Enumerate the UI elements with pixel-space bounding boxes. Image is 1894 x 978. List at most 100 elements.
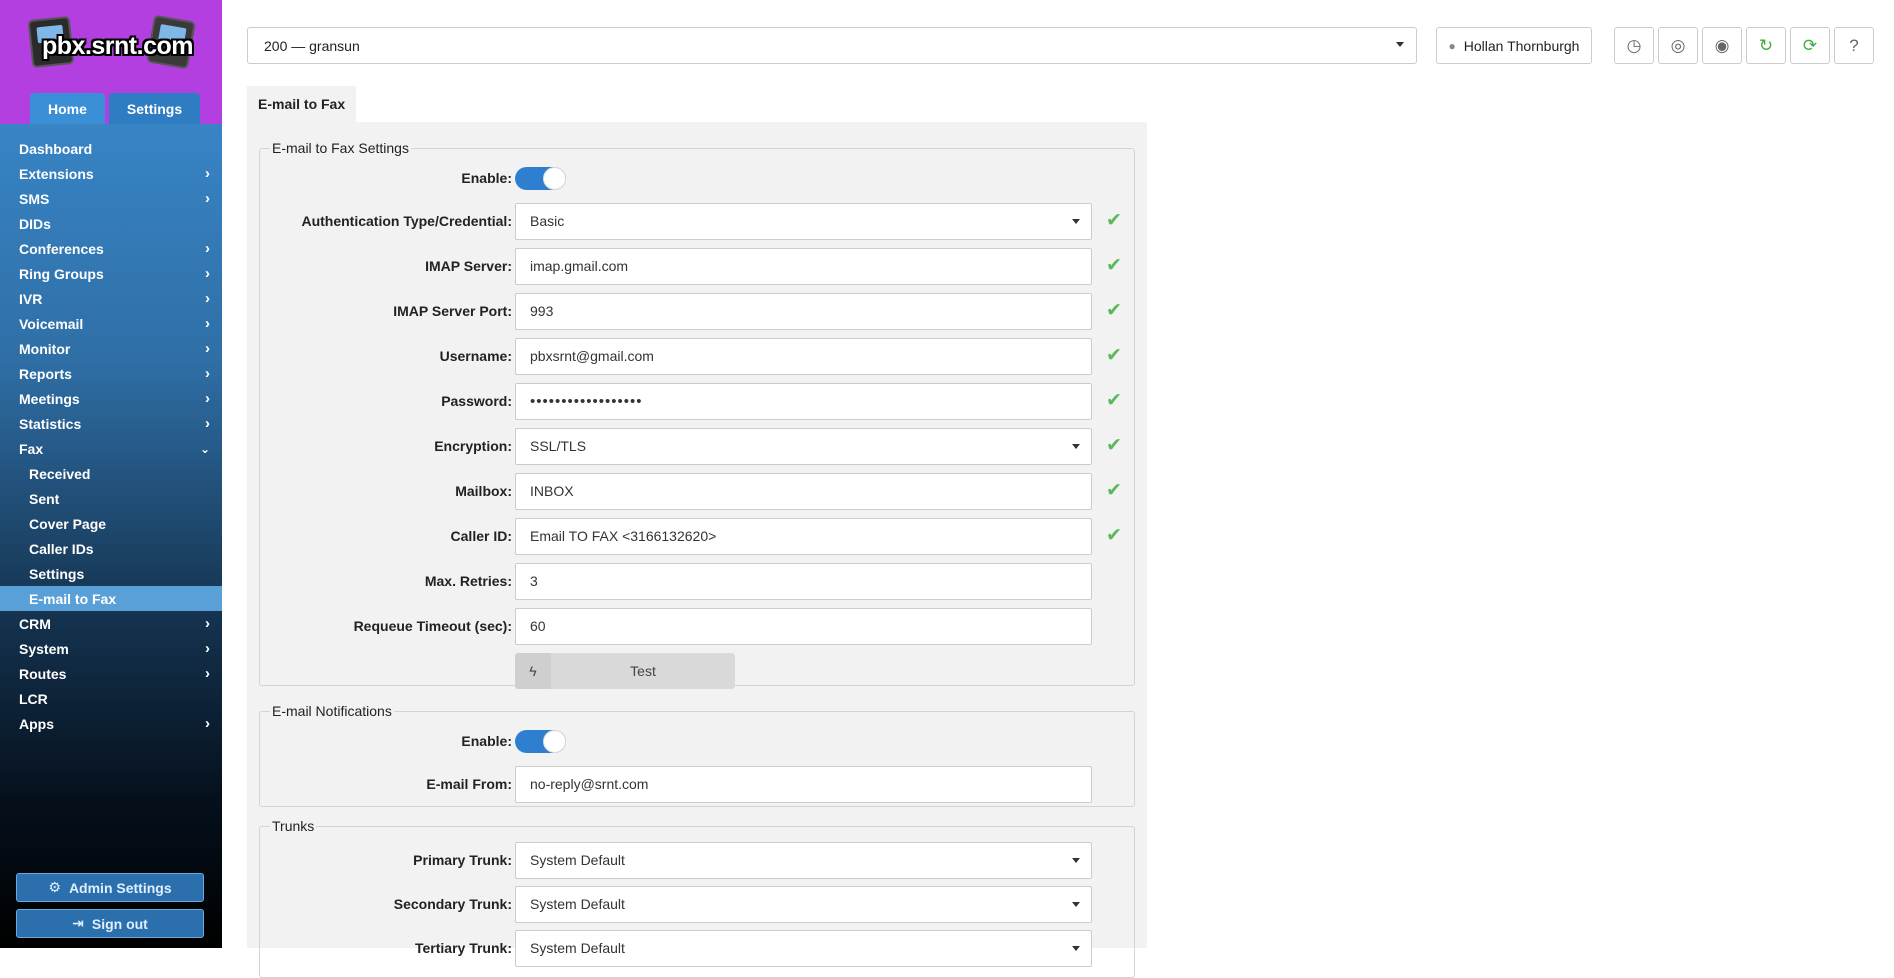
- password-input[interactable]: ••••••••••••••••••: [515, 383, 1092, 420]
- field-label: IMAP Server:: [425, 258, 512, 274]
- admin-settings-label: Admin Settings: [68, 879, 172, 896]
- refresh-icon[interactable]: ↻: [1746, 27, 1786, 64]
- globe-icon[interactable]: ◉: [1702, 27, 1742, 64]
- sidebar-subitem-caller-ids[interactable]: Caller IDs: [0, 536, 222, 561]
- sidebar-item-extensions[interactable]: Extensions ›: [0, 161, 222, 186]
- password-row: Password: •••••••••••••••••• ✔: [260, 383, 1136, 420]
- notify-enable-toggle[interactable]: [515, 730, 566, 753]
- sidebar-subitem-settings[interactable]: Settings: [0, 561, 222, 586]
- chevron-down-icon: ⌄: [199, 441, 210, 456]
- sidebar-item-ring-groups[interactable]: Ring Groups ›: [0, 261, 222, 286]
- clock-icon[interactable]: ◷: [1614, 27, 1654, 64]
- email-from-row: E-mail From: no-reply@srnt.com: [260, 766, 1136, 803]
- email-from-input[interactable]: no-reply@srnt.com: [515, 766, 1092, 803]
- sidebar-item-reports[interactable]: Reports ›: [0, 361, 222, 386]
- mailbox-row: Mailbox: INBOX ✔: [260, 473, 1136, 510]
- imap-port-row: IMAP Server Port: 993 ✔: [260, 293, 1136, 330]
- sidebar-subitem-cover-page[interactable]: Cover Page: [0, 511, 222, 536]
- sidebar-subitem-email-to-fax[interactable]: E-mail to Fax: [0, 586, 222, 611]
- sidebar-item-dids[interactable]: DIDs: [0, 211, 222, 236]
- sidebar-item-fax[interactable]: Fax ⌄: [0, 436, 222, 461]
- sidebar-item-label: Monitor: [19, 340, 71, 357]
- sidebar-item-conferences[interactable]: Conferences ›: [0, 236, 222, 261]
- sidebar-item-label: SMS: [19, 190, 50, 207]
- tab-email-to-fax[interactable]: E-mail to Fax: [247, 86, 357, 122]
- field-label: E-mail From:: [426, 776, 512, 792]
- sidebar-item-label: Fax: [19, 440, 44, 457]
- auth-type-select[interactable]: Basic: [515, 203, 1092, 240]
- sidebar: pbx.srnt.com Home Settings Dashboard Ext…: [0, 0, 222, 948]
- mailbox-input[interactable]: INBOX: [515, 473, 1092, 510]
- sidebar-item-label: System: [19, 640, 69, 657]
- user-name: Hollan Thornburgh: [1463, 37, 1580, 54]
- sidebar-item-voicemail[interactable]: Voicemail ›: [0, 311, 222, 336]
- requeue-timeout-input[interactable]: 60: [515, 608, 1092, 645]
- admin-settings-button[interactable]: ⚙ Admin Settings: [16, 873, 204, 902]
- imap-server-input[interactable]: imap.gmail.com: [515, 248, 1092, 285]
- tab-home[interactable]: Home: [30, 93, 105, 124]
- sidebar-item-label: Dashboard: [19, 140, 93, 157]
- max-retries-input[interactable]: 3: [515, 563, 1092, 600]
- help-icon[interactable]: ?: [1834, 27, 1874, 64]
- sidebar-item-statistics[interactable]: Statistics ›: [0, 411, 222, 436]
- sidebar-item-apps[interactable]: Apps ›: [0, 711, 222, 736]
- user-menu-button[interactable]: ● Hollan Thornburgh: [1436, 27, 1592, 64]
- sidebar-item-monitor[interactable]: Monitor ›: [0, 336, 222, 361]
- chevron-right-icon: ›: [205, 190, 210, 207]
- imap-server-row: IMAP Server: imap.gmail.com ✔: [260, 248, 1136, 285]
- sidebar-item-meetings[interactable]: Meetings ›: [0, 386, 222, 411]
- requeue-timeout-row: Requeue Timeout (sec): 60: [260, 608, 1136, 645]
- sidebar-item-system[interactable]: System ›: [0, 636, 222, 661]
- sidebar-item-label: Ring Groups: [19, 265, 104, 282]
- imap-port-input[interactable]: 993: [515, 293, 1092, 330]
- encryption-row: Encryption: SSL/TLS ✔: [260, 428, 1136, 465]
- sidebar-item-label: Meetings: [19, 390, 80, 407]
- chevron-right-icon: ›: [205, 615, 210, 632]
- extension-select[interactable]: 200 — gransun: [247, 27, 1417, 64]
- sidebar-item-label: Routes: [19, 665, 67, 682]
- enable-toggle[interactable]: [515, 167, 566, 190]
- sync-icon[interactable]: ⟳: [1790, 27, 1830, 64]
- sidebar-item-lcr[interactable]: LCR: [0, 686, 222, 711]
- caret-down-icon: [1072, 902, 1080, 907]
- secondary-trunk-row: Secondary Trunk: System Default: [260, 886, 1136, 923]
- tertiary-trunk-select[interactable]: System Default: [515, 930, 1092, 967]
- caller-id-input[interactable]: Email TO FAX <3166132620>: [515, 518, 1092, 555]
- enable-row: Enable:: [260, 160, 1136, 197]
- section-title: E-mail to Fax Settings: [272, 140, 409, 156]
- sidebar-item-ivr[interactable]: IVR ›: [0, 286, 222, 311]
- sidebar-item-sms[interactable]: SMS ›: [0, 186, 222, 211]
- sidebar-subitem-sent[interactable]: Sent: [0, 486, 222, 511]
- test-button[interactable]: ϟ Test: [515, 653, 735, 689]
- field-label: Enable:: [461, 733, 512, 749]
- chevron-right-icon: ›: [205, 665, 210, 682]
- sidebar-item-dashboard[interactable]: Dashboard: [0, 136, 222, 161]
- auth-type-row: Authentication Type/Credential: Basic ✔: [260, 203, 1136, 240]
- caret-down-icon: [1396, 42, 1404, 47]
- chevron-right-icon: ›: [205, 715, 210, 732]
- sidebar-subitem-received[interactable]: Received: [0, 461, 222, 486]
- secondary-trunk-select[interactable]: System Default: [515, 886, 1092, 923]
- tab-settings[interactable]: Settings: [108, 93, 201, 124]
- test-row: ϟ Test: [260, 653, 1136, 690]
- field-label: Primary Trunk:: [413, 852, 512, 868]
- sidebar-item-routes[interactable]: Routes ›: [0, 661, 222, 686]
- field-label: Encryption:: [434, 438, 512, 454]
- main-panel: E-mail to Fax Settings Enable: Authentic…: [247, 122, 1147, 978]
- sign-out-button[interactable]: ⇥ Sign out: [16, 909, 204, 938]
- username-input[interactable]: pbxsrnt@gmail.com: [515, 338, 1092, 375]
- checkmark-icon: ✔: [1106, 525, 1122, 546]
- sidebar-item-label: Voicemail: [19, 315, 84, 332]
- encryption-select[interactable]: SSL/TLS: [515, 428, 1092, 465]
- sidebar-item-crm[interactable]: CRM ›: [0, 611, 222, 636]
- sidebar-item-label: Settings: [29, 565, 85, 582]
- extension-select-value: 200 — gransun: [264, 37, 360, 54]
- chevron-right-icon: ›: [205, 265, 210, 282]
- field-label: Password:: [441, 393, 512, 409]
- lifebuoy-icon[interactable]: ◎: [1658, 27, 1698, 64]
- sidebar-item-label: Extensions: [19, 165, 94, 182]
- field-label: Tertiary Trunk:: [415, 940, 512, 956]
- email-to-fax-settings: E-mail to Fax Settings Enable: Authentic…: [259, 140, 1136, 689]
- primary-trunk-select[interactable]: System Default: [515, 842, 1092, 879]
- sidebar-item-label: Statistics: [19, 415, 82, 432]
